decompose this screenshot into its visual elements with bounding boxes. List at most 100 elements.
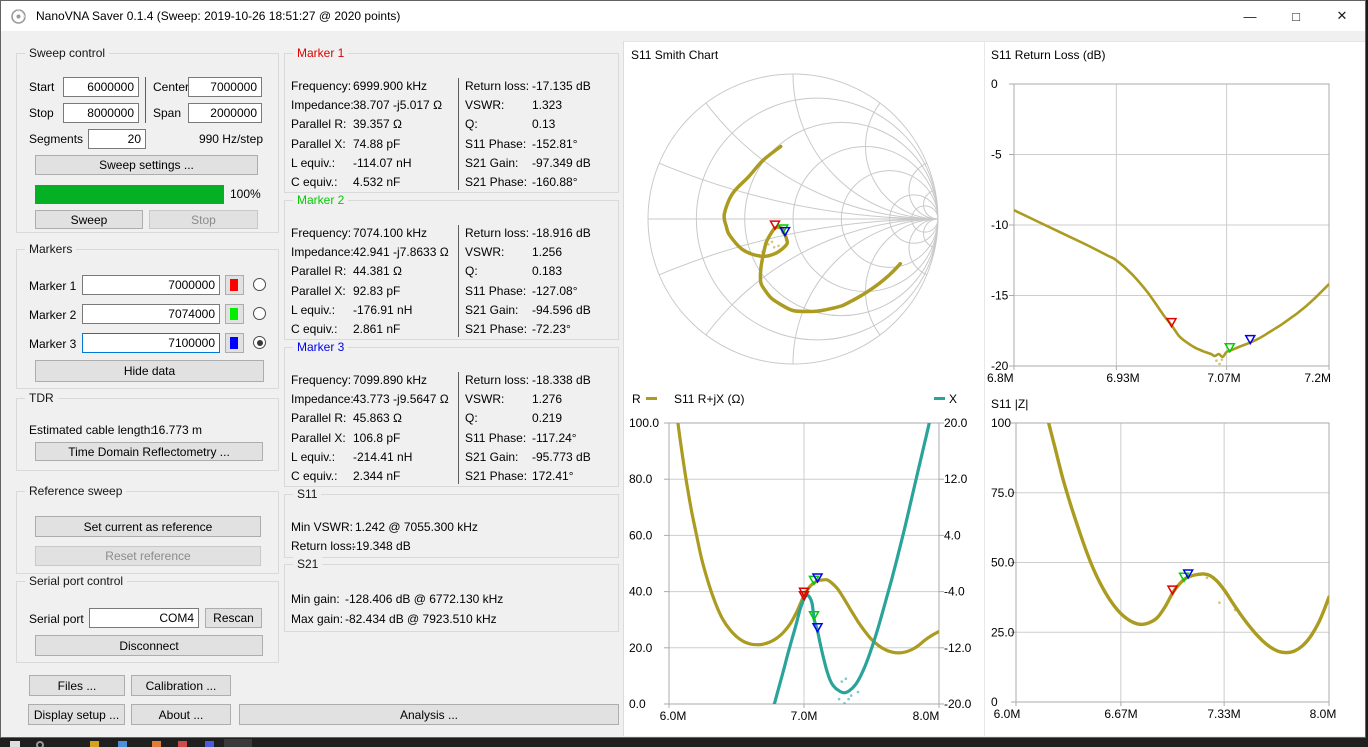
app-window: NanoVNA Saver 0.1.4 (Sweep: 2019-10-26 1… [0,0,1366,738]
marker-field-value: 0.219 [532,411,562,425]
taskbar-app-icon[interactable] [118,741,127,747]
marker-field-value: 39.357 Ω [353,117,402,131]
noise-dot [773,246,776,249]
marker-row-label: Marker 1 [29,279,76,293]
marker-row-label: Marker 3 [29,337,76,351]
taskbar-app-icon[interactable] [205,741,214,747]
taskbar-search-icon[interactable] [36,741,44,747]
max-gain-label: Max gain: [291,612,343,626]
stop-label: Stop [29,106,54,120]
taskbar-app-icon[interactable] [178,741,187,747]
span-input[interactable] [188,103,262,123]
reference-sweep-group: Reference sweep Set current as reference… [16,491,279,574]
tick-label: 80.0 [629,472,653,486]
app-icon [10,8,27,25]
tick-label: -5 [991,148,1002,162]
center-input[interactable] [188,77,262,97]
hide-data-button[interactable]: Hide data [35,360,264,382]
marker-frequency-input[interactable] [82,275,220,295]
set-reference-button[interactable]: Set current as reference [35,516,261,537]
stop-input[interactable] [63,103,139,123]
titlebar: NanoVNA Saver 0.1.4 (Sweep: 2019-10-26 1… [1,1,1365,31]
tick-label: -15 [991,289,1009,303]
marker-field-value: 74.88 pF [353,137,400,151]
cable-length-value: 16.773 m [152,423,202,437]
tdr-button[interactable]: Time Domain Reflectometry ... [35,442,263,461]
taskbar-app-icon[interactable] [152,741,161,747]
marker-field-value: 2.861 nF [353,322,400,336]
taskbar-app-icon[interactable] [90,741,99,747]
s11-summary-group: S11 Min VSWR: 1.242 @ 7055.300 kHz Retur… [284,494,619,558]
marker-field-label: Q: [465,411,478,425]
marker-field-label: S21 Phase: [465,175,527,189]
calibration-button[interactable]: Calibration ... [131,675,231,696]
series-|Z| [1016,391,1329,653]
marker-field-value: -97.349 dB [532,156,591,170]
series-X [766,391,936,738]
return-loss-label: Return loss: [291,539,355,553]
sweep-button[interactable]: Sweep [35,210,143,229]
disconnect-button[interactable]: Disconnect [35,635,263,656]
start-icon[interactable] [10,741,20,747]
serial-port-input[interactable] [89,608,199,628]
marker-field-label: S21 Phase: [465,322,527,336]
tick-label: 100 [991,416,1011,430]
marker-color-swatch[interactable] [225,333,244,353]
marker-field-label: VSWR: [465,392,504,406]
s21-summary-group: S21 Min gain: -128.406 dB @ 6772.130 kHz… [284,564,619,632]
tick-label: 0.0 [629,697,646,711]
marker-field-label: VSWR: [465,245,504,259]
marker-color-swatch[interactable] [225,304,244,324]
start-input[interactable] [63,77,139,97]
group-title: TDR [25,391,58,405]
about-button[interactable]: About ... [131,704,231,725]
marker-select-radio[interactable] [253,307,266,320]
column-divider [458,372,459,484]
min-gain-value: -128.406 dB @ 6772.130 kHz [345,592,503,606]
marker-field-label: Impedance: [291,392,354,406]
return_loss-chart[interactable]: 6.8M6.93M7.07M7.2M0-5-10-15-20 [983,41,1368,391]
noise-dot [771,241,774,244]
marker-detail-title: Marker 2 [293,193,348,207]
marker-field-value: -18.916 dB [532,226,591,240]
maximize-icon[interactable]: □ [1273,1,1319,31]
taskbar[interactable] [0,738,1368,747]
marker-field-label: Q: [465,117,478,131]
close-icon[interactable]: ✕ [1319,1,1365,31]
column-divider [145,77,146,123]
analysis-button[interactable]: Analysis ... [239,704,619,725]
window-title: NanoVNA Saver 0.1.4 (Sweep: 2019-10-26 1… [36,9,400,23]
marker-field-value: -117.24° [532,431,577,445]
rjx-chart[interactable]: 6.0M7.0M8.0M100.080.060.040.020.00.020.0… [623,391,983,738]
marker-field-value: 7074.100 kHz [353,226,427,240]
marker-field-value: -94.596 dB [532,303,591,317]
reset-reference-button[interactable]: Reset reference [35,546,261,566]
marker-field-label: VSWR: [465,98,504,112]
marker-frequency-input[interactable] [82,333,220,353]
display-setup-button[interactable]: Display setup ... [28,704,125,725]
marker-field-value: 1.276 [532,392,562,406]
rescan-button[interactable]: Rescan [205,608,262,628]
series-S11 [1014,210,1329,357]
marker-field-value: -127.08° [532,284,578,298]
marker-field-value: 0.183 [532,264,562,278]
minimize-icon[interactable]: — [1227,1,1273,31]
taskbar-active-app[interactable] [224,739,252,747]
sweep-settings-button[interactable]: Sweep settings ... [35,155,258,175]
smith-chart[interactable] [623,41,983,391]
marker-field-label: S11 Phase: [465,137,526,151]
marker-select-radio[interactable] [253,336,266,349]
z-chart[interactable]: 6.0M6.67M7.33M8.0M10075.050.025.00 [983,391,1368,738]
marker-color-swatch[interactable] [225,275,244,295]
min-gain-label: Min gain: [291,592,340,606]
marker-field-value: 7099.890 kHz [353,373,427,387]
marker-select-radio[interactable] [253,278,266,291]
marker-field-label: S21 Gain: [465,156,518,170]
marker-frequency-input[interactable] [82,304,220,324]
segments-input[interactable] [88,129,146,149]
marker-field-value: 44.381 Ω [353,264,402,278]
group-title: Reference sweep [25,484,126,498]
files-button[interactable]: Files ... [29,675,125,696]
marker-detail-title: Marker 1 [293,46,348,60]
stop-button[interactable]: Stop [149,210,258,229]
